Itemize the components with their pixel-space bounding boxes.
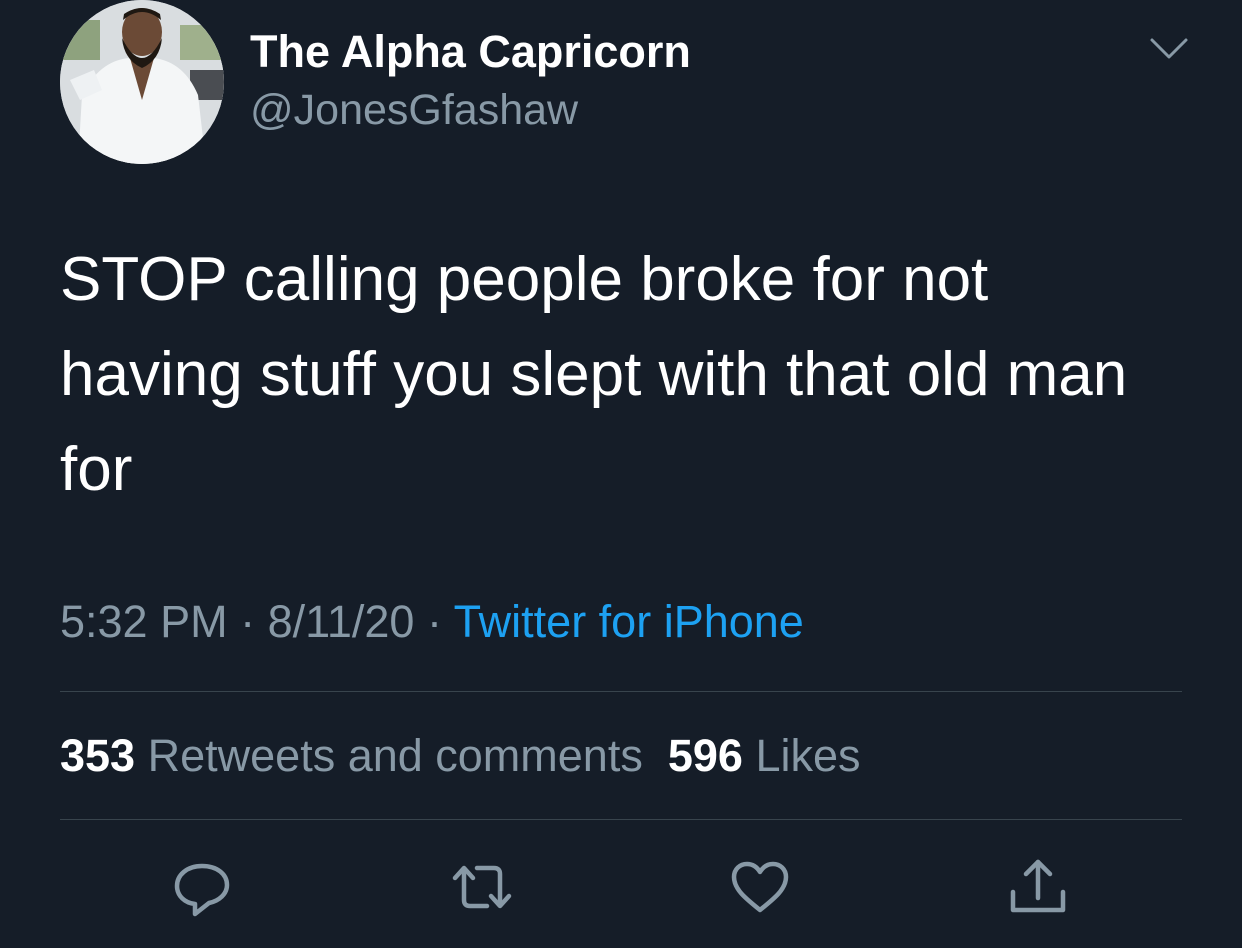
chevron-down-icon[interactable] bbox=[1146, 28, 1192, 68]
tweet-text: STOP calling people broke for not having… bbox=[60, 245, 1128, 504]
retweet-icon[interactable] bbox=[447, 852, 517, 922]
display-name[interactable]: The Alpha Capricorn bbox=[250, 26, 691, 78]
user-handle[interactable]: @JonesGfashaw bbox=[250, 84, 578, 136]
tweet-meta: 5:32 PM · 8/11/20 · Twitter for iPhone bbox=[60, 594, 804, 650]
meta-separator: · bbox=[240, 596, 256, 647]
meta-separator: · bbox=[426, 596, 442, 647]
avatar[interactable] bbox=[60, 0, 224, 164]
divider bbox=[60, 819, 1182, 820]
likes-stat[interactable]: 596 Likes bbox=[668, 730, 861, 781]
reply-icon[interactable] bbox=[167, 852, 237, 922]
divider bbox=[60, 691, 1182, 692]
avatar-photo bbox=[60, 0, 224, 164]
tweet-source-link[interactable]: Twitter for iPhone bbox=[454, 596, 804, 647]
retweets-stat[interactable]: 353 Retweets and comments bbox=[60, 730, 643, 781]
likes-label: Likes bbox=[755, 730, 861, 781]
tweet-time: 5:32 PM bbox=[60, 596, 228, 647]
retweets-label: Retweets and comments bbox=[147, 730, 643, 781]
share-icon[interactable] bbox=[1003, 852, 1073, 922]
likes-count: 596 bbox=[667, 730, 743, 781]
tweet-date: 8/11/20 bbox=[267, 596, 415, 647]
tweet-stats: 353 Retweets and comments 596 Likes bbox=[60, 728, 861, 784]
heart-icon[interactable] bbox=[725, 852, 795, 922]
retweets-count: 353 bbox=[60, 730, 136, 781]
action-bar bbox=[0, 852, 1242, 922]
